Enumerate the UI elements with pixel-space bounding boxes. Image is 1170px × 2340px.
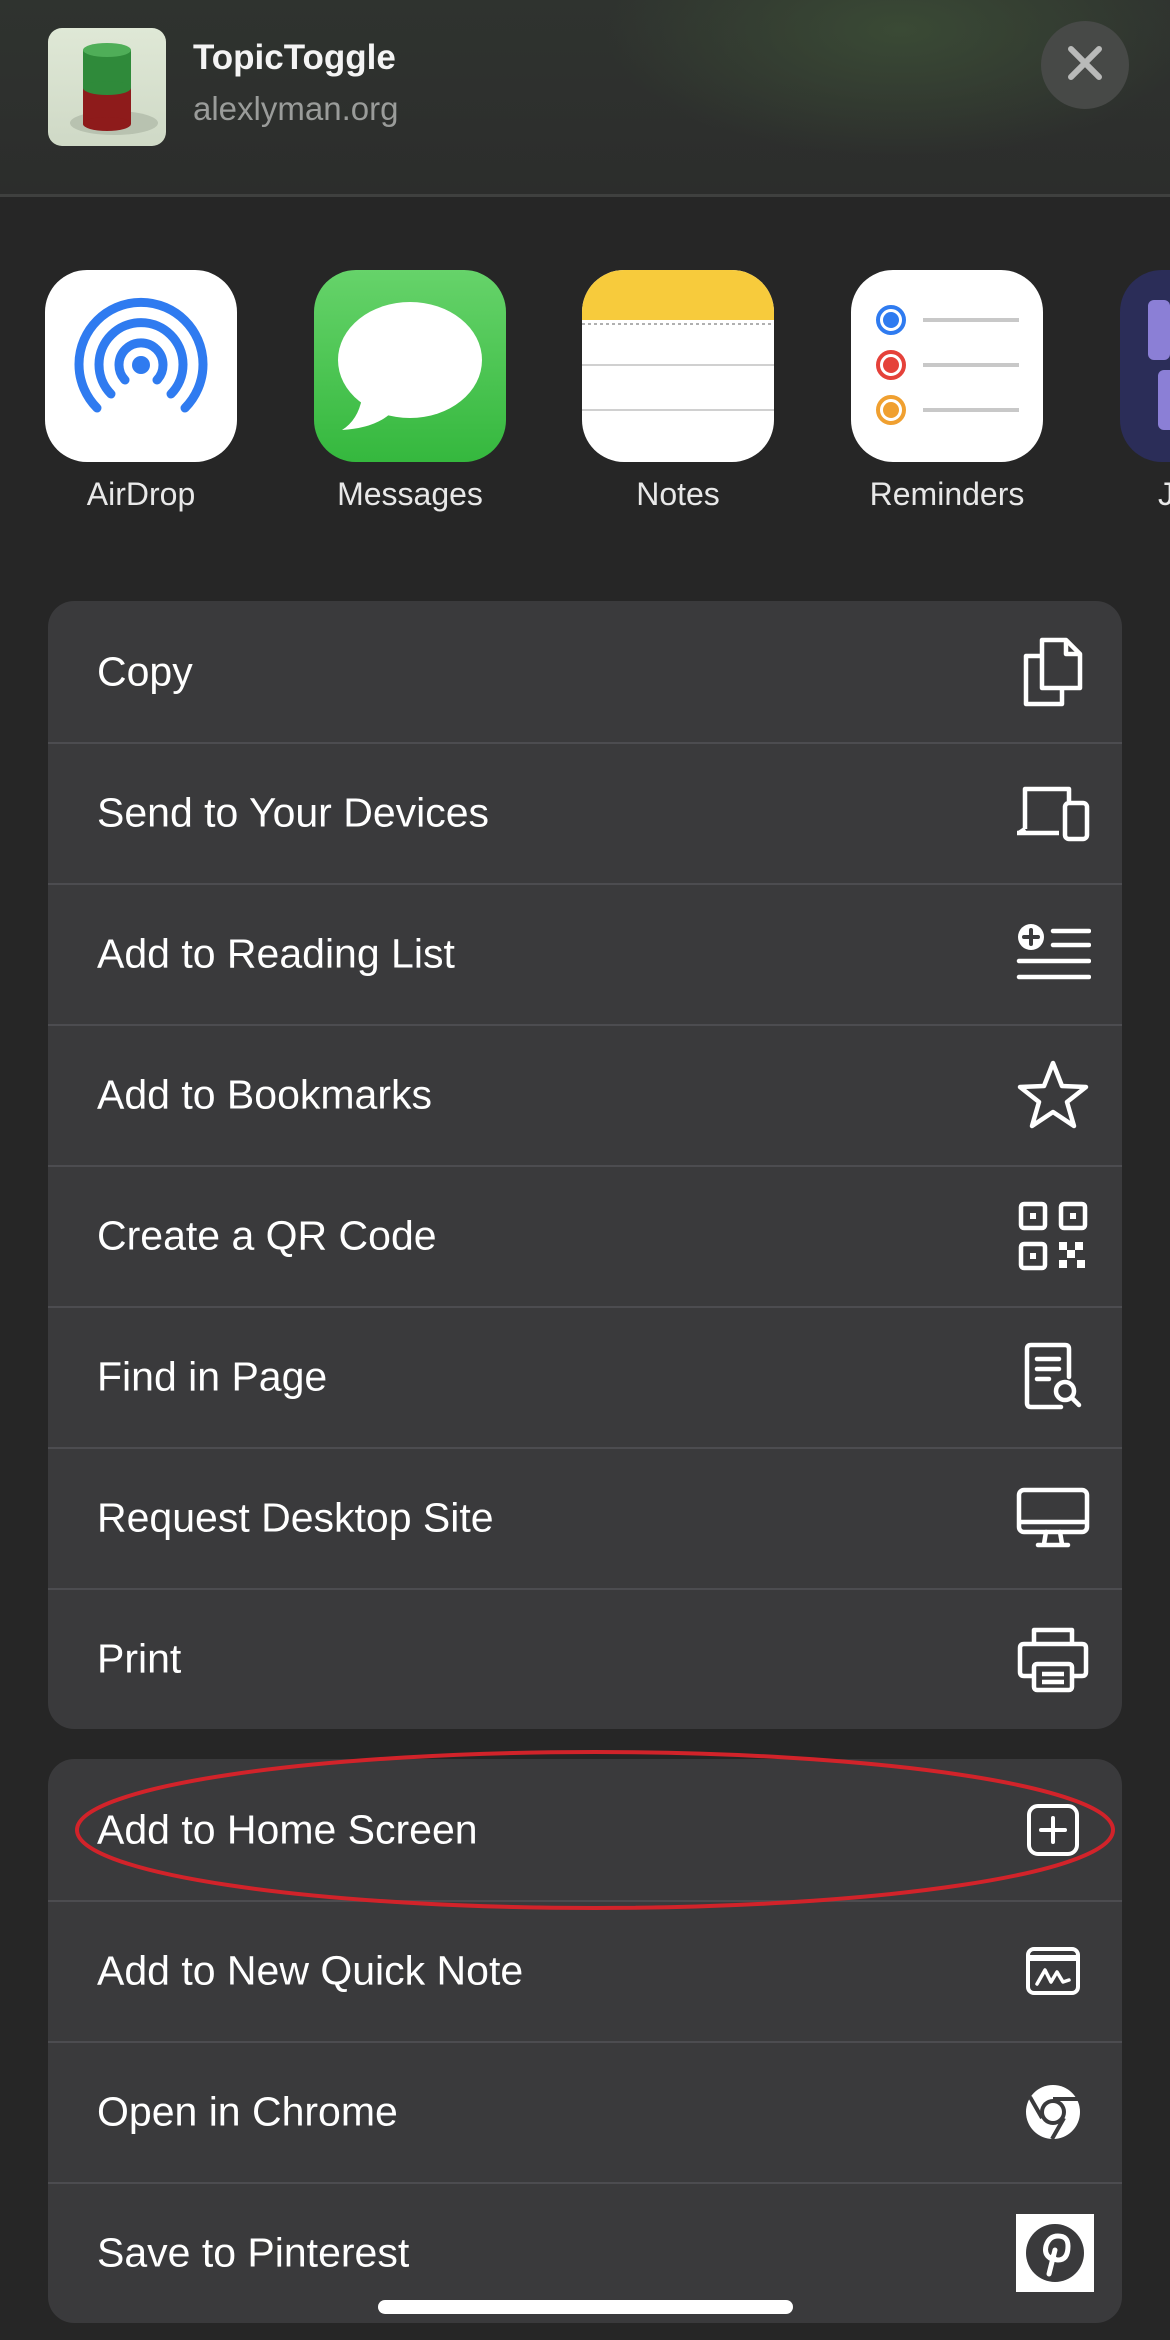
app-reminders[interactable]: Reminders bbox=[851, 270, 1043, 513]
chrome-icon bbox=[1014, 2073, 1092, 2151]
close-icon bbox=[1065, 43, 1105, 88]
reading-list-icon bbox=[1014, 915, 1092, 993]
app-notes[interactable]: Notes bbox=[582, 270, 774, 513]
share-sheet-header: TopicToggle alexlyman.org bbox=[0, 0, 1170, 197]
action-request-desktop-site[interactable]: Request Desktop Site bbox=[48, 1447, 1122, 1588]
messages-icon bbox=[314, 270, 506, 462]
header-divider bbox=[0, 194, 1170, 197]
printer-icon bbox=[1014, 1620, 1092, 1698]
app-label: Messages bbox=[337, 476, 483, 512]
pinterest-icon bbox=[1016, 2213, 1094, 2292]
action-label: Save to Pinterest bbox=[97, 2229, 410, 2275]
action-label: Add to New Quick Note bbox=[97, 1947, 524, 1993]
devices-icon bbox=[1014, 774, 1092, 852]
quick-note-icon bbox=[1014, 1932, 1092, 2010]
site-title: TopicToggle bbox=[193, 38, 396, 77]
action-print[interactable]: Print bbox=[48, 1588, 1122, 1729]
action-label: Send to Your Devices bbox=[97, 789, 490, 835]
action-add-bookmarks[interactable]: Add to Bookmarks bbox=[48, 1024, 1122, 1165]
app-label: J bbox=[1158, 476, 1170, 512]
qr-code-icon bbox=[1014, 1197, 1092, 1275]
close-button[interactable] bbox=[1041, 21, 1129, 109]
action-label: Copy bbox=[97, 648, 193, 694]
notes-icon bbox=[582, 270, 774, 462]
action-add-quick-note[interactable]: Add to New Quick Note bbox=[48, 1900, 1122, 2041]
action-label: Add to Home Screen bbox=[97, 1806, 478, 1852]
app-label: Reminders bbox=[869, 476, 1025, 512]
desktop-icon bbox=[1014, 1479, 1092, 1557]
app-airdrop[interactable]: AirDrop bbox=[45, 270, 237, 513]
actions-group-primary: Copy Send to Your Devices Add to Reading… bbox=[48, 601, 1122, 1729]
action-open-in-chrome[interactable]: Open in Chrome bbox=[48, 2041, 1122, 2182]
airdrop-icon bbox=[45, 270, 237, 462]
actions-group-secondary: Add to Home Screen Add to New Quick Note… bbox=[48, 1759, 1122, 2323]
star-icon bbox=[1014, 1056, 1092, 1134]
reminders-icon bbox=[851, 270, 1043, 462]
action-find-in-page[interactable]: Find in Page bbox=[48, 1306, 1122, 1447]
action-label: Create a QR Code bbox=[97, 1212, 437, 1258]
add-square-icon bbox=[1014, 1791, 1092, 1869]
action-label: Find in Page bbox=[97, 1353, 328, 1399]
site-thumbnail bbox=[48, 28, 166, 146]
action-copy[interactable]: Copy bbox=[48, 601, 1122, 742]
action-label: Add to Reading List bbox=[97, 930, 455, 976]
app-label: Notes bbox=[636, 476, 720, 512]
partial-app-icon bbox=[1120, 270, 1170, 462]
site-url: alexlyman.org bbox=[193, 90, 399, 127]
action-label: Add to Bookmarks bbox=[97, 1071, 432, 1117]
action-label: Request Desktop Site bbox=[97, 1494, 494, 1540]
action-create-qr-code[interactable]: Create a QR Code bbox=[48, 1165, 1122, 1306]
home-indicator bbox=[378, 2300, 793, 2314]
action-add-reading-list[interactable]: Add to Reading List bbox=[48, 883, 1122, 1024]
find-in-page-icon bbox=[1014, 1338, 1092, 1416]
app-partial[interactable]: J bbox=[1120, 270, 1170, 513]
app-label: AirDrop bbox=[86, 476, 196, 512]
action-add-to-home-screen[interactable]: Add to Home Screen bbox=[48, 1759, 1122, 1900]
action-label: Print bbox=[97, 1635, 182, 1681]
action-label: Open in Chrome bbox=[97, 2088, 398, 2134]
app-messages[interactable]: Messages bbox=[314, 270, 506, 513]
copy-icon bbox=[1014, 633, 1092, 711]
action-send-to-devices[interactable]: Send to Your Devices bbox=[48, 742, 1122, 883]
